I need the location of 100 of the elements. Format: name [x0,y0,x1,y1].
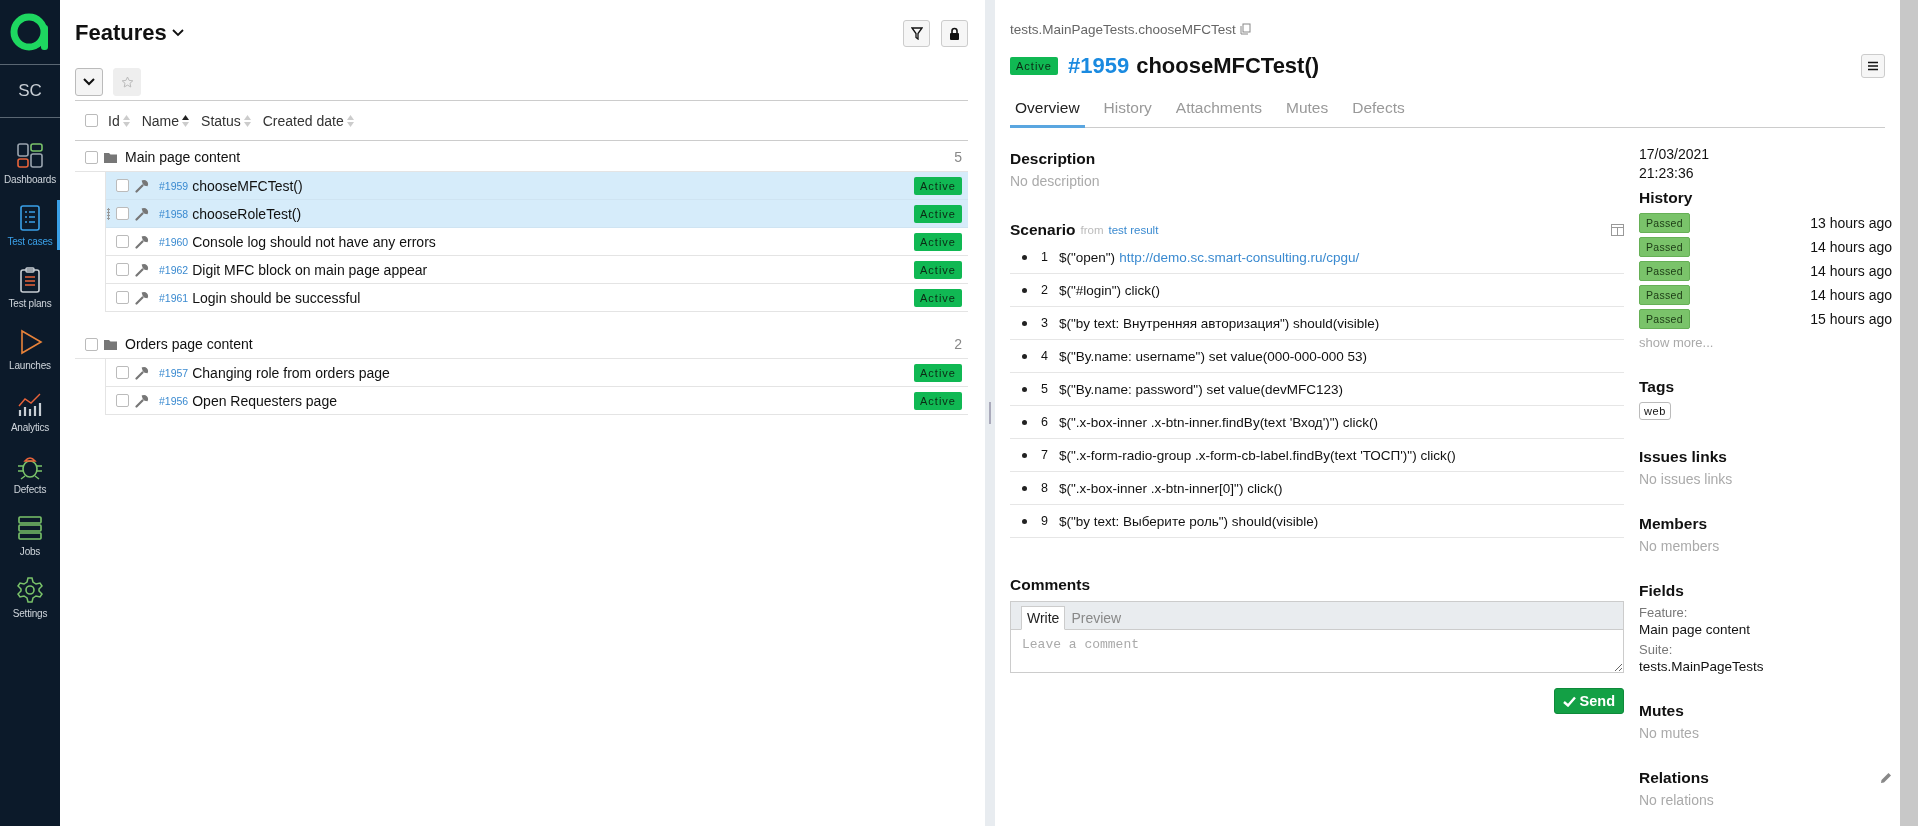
case-count: 2 [954,336,963,352]
checkbox[interactable] [85,114,98,127]
nav-item[interactable]: Analytics [0,380,60,442]
wrench-icon [135,290,149,305]
status-badge[interactable]: Passed [1639,237,1690,257]
checkbox[interactable] [85,150,98,164]
step-link[interactable]: http://demo.sc.smart-consulting.ru/cpgu/ [1119,249,1360,265]
step-number: 8 [1041,481,1049,495]
features-dropdown[interactable]: Features [75,20,185,46]
empty-text: No issues links [1639,471,1734,487]
case-name: Digit MFC block on main page appear [192,261,428,278]
status-badge: Active [914,232,962,251]
favorite-button[interactable] [113,68,141,96]
menu-button[interactable] [1861,54,1885,78]
test-case-row[interactable]: #1962 Digit MFC block on main page appear Active [106,256,968,284]
status-badge: Active [1010,57,1058,75]
pencil-icon[interactable] [1880,772,1892,784]
test-case-row[interactable]: #1956 Open Requesters page Active [106,387,968,415]
filter-icon [910,26,923,40]
checkbox[interactable] [85,337,98,351]
column-header[interactable]: Created date [262,112,344,129]
filter-button[interactable] [903,19,930,47]
layout-icon[interactable] [1611,224,1624,236]
checkbox[interactable] [116,263,129,276]
nav-item[interactable]: Jobs [0,504,60,566]
test-case-row[interactable]: #1961 Login should be successful Active [106,284,968,312]
section-title: Scenario [1010,221,1076,239]
run-time: 14 hours ago [1810,287,1892,303]
test-case-row[interactable]: #1960 Console log should not have any errors Active [106,228,968,256]
step-number: 7 [1041,448,1049,462]
case-name: Login should be successful [192,289,361,306]
section-title: Members [1639,515,1709,533]
tag[interactable]: web [1639,402,1671,420]
nav-item[interactable]: Settings [0,566,60,628]
source-label: from [1080,224,1104,236]
check-icon [1562,695,1576,707]
bullet-icon [1022,485,1027,491]
field-value: tests.MainPageTests [1639,659,1765,674]
empty-text: No members [1639,538,1721,554]
case-name: chooseMFCTest() [192,177,303,194]
step-number: 5 [1041,382,1049,396]
run-time: 13 hours ago [1810,215,1892,231]
bullet-icon [1022,254,1027,260]
logo-icon[interactable] [9,11,51,53]
folder-icon [104,151,117,163]
nav-item[interactable]: Test plans [0,256,60,318]
drag-handle-icon[interactable] [107,208,110,220]
bullet-icon [1022,452,1027,458]
group-name[interactable]: Main page content [125,149,241,165]
nav-item[interactable]: Dashboards [0,132,60,194]
wrench-icon [135,262,149,277]
test-case-row[interactable]: #1957 Changing role from orders page Active [106,359,968,387]
group-name[interactable]: Orders page content [125,336,253,352]
column-header[interactable]: Name [141,112,180,129]
run-time: 14 hours ago [1810,239,1892,255]
nav-item[interactable]: Launches [0,318,60,380]
test-case-row[interactable]: #1959 chooseMFCTest() Active [106,172,968,200]
step-text: $(".x-form-radio-group .x-form-cb-label.findBy(text 'ТОСП')") click() [1059,447,1456,463]
bullet-icon [1022,353,1027,359]
created-time: 21:23:36 [1639,165,1695,181]
nav-item[interactable]: Defects [0,442,60,504]
empty-text: No description [1010,173,1101,189]
nav-item[interactable]: Test cases [0,194,60,256]
checkbox[interactable] [116,235,129,248]
field-label: Suite: [1639,642,1674,657]
lock-button[interactable] [941,19,968,47]
checkbox[interactable] [116,394,129,407]
bullet-icon [1022,320,1027,326]
scrollbar[interactable] [1900,0,1918,826]
step-text: $("open") [1059,249,1116,265]
test-title: chooseMFCTest() [1136,53,1320,79]
column-header[interactable]: Id [108,112,120,129]
status-badge[interactable]: Passed [1639,309,1690,329]
status-badge[interactable]: Passed [1639,213,1690,233]
editor-tab[interactable]: Write [1021,606,1066,630]
section-title: Relations [1639,769,1709,787]
resize-handle-icon[interactable] [989,402,991,424]
step-text: $("by text: Внутренняя авторизация") should(visible) [1059,315,1380,331]
test-case-row[interactable]: #1958 chooseRoleTest() Active [106,200,968,228]
menu-icon [1867,61,1879,71]
case-id: #1962 [159,263,189,276]
expand-button[interactable] [75,68,103,96]
source-link[interactable]: test result [1108,224,1159,236]
tab[interactable]: Overview [1010,95,1085,128]
checkbox[interactable] [116,179,129,192]
workspace-label[interactable]: SC [18,81,42,101]
lock-icon [949,26,960,40]
column-header[interactable]: Status [201,112,241,129]
copy-icon[interactable] [1239,23,1251,35]
checkbox[interactable] [116,366,129,379]
step-number: 1 [1041,250,1049,264]
step-number: 3 [1041,316,1049,330]
checkbox[interactable] [116,291,129,304]
step-number: 4 [1041,349,1049,363]
settings-icon [16,575,44,604]
checkbox[interactable] [116,207,129,220]
status-badge[interactable]: Passed [1639,261,1690,281]
status-badge[interactable]: Passed [1639,285,1690,305]
section-title: Issues links [1639,448,1728,466]
bullet-icon [1022,386,1027,392]
